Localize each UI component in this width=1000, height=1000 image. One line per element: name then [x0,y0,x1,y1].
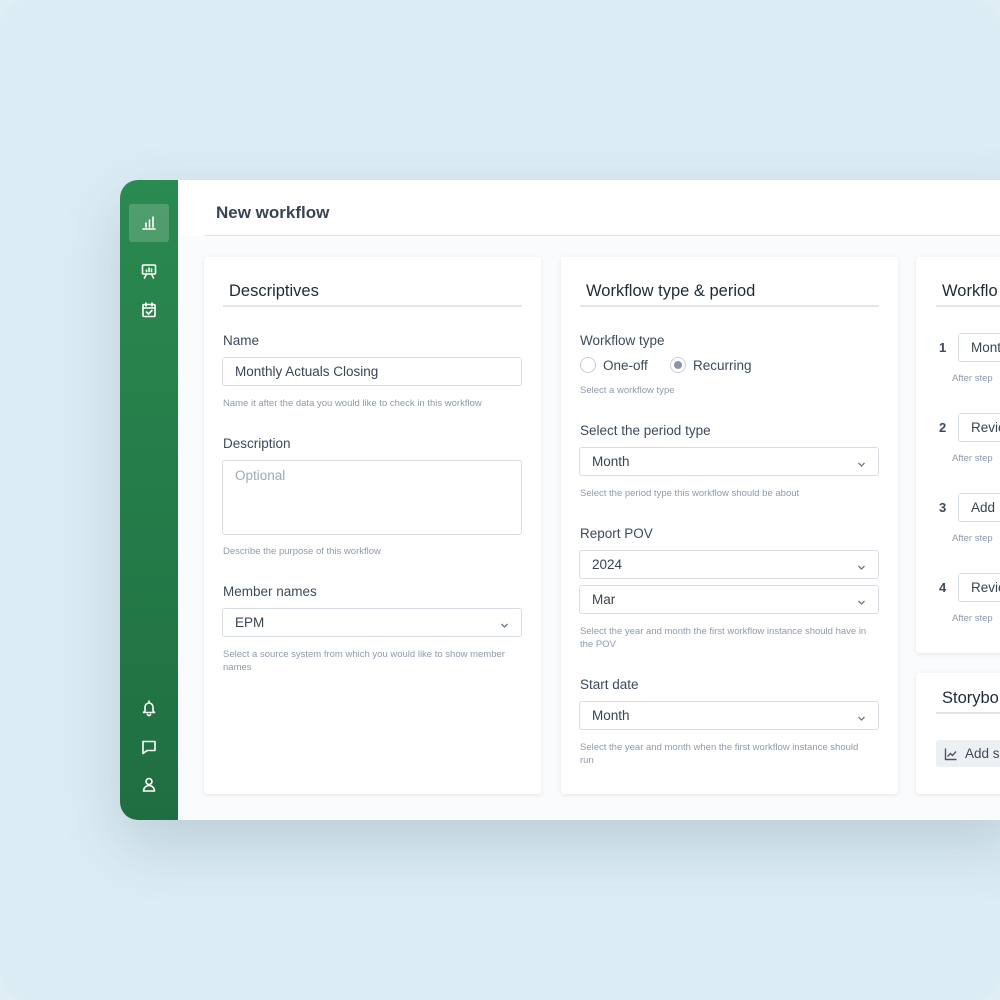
sidebar-item-calendar[interactable] [129,291,169,329]
sidebar-item-messages[interactable] [129,728,169,766]
type-period-heading: Workflow type & period [586,282,756,300]
chevron-down-icon [500,618,509,628]
radio-circle [580,357,596,373]
workflow-type-help: Select a workflow type [580,385,675,396]
start-date-label: Start date [580,677,639,692]
sidebar [120,180,178,820]
radio-recurring[interactable]: Recurring [670,357,752,373]
add-storyboard-button[interactable]: Add s [936,740,1000,767]
member-names-value: EPM [235,615,265,630]
description-label: Description [223,436,291,451]
pov-month-select[interactable]: Mar [579,585,879,614]
sidebar-item-dashboard[interactable] [129,204,169,242]
radio-circle-selected [670,357,686,373]
step-number: 2 [939,420,947,435]
section-divider [223,305,522,307]
member-names-label: Member names [223,584,317,599]
descriptives-heading: Descriptives [229,282,319,300]
page-header: New workflow [178,180,1000,236]
radio-one-off-label: One-off [603,357,648,373]
pov-year-select[interactable]: 2024 [579,550,879,579]
start-date-select[interactable]: Month [579,701,879,730]
radio-recurring-label: Recurring [693,357,752,373]
storyboard-heading: Storybo [942,689,999,707]
chat-icon [142,740,156,755]
step-number: 3 [939,500,947,515]
section-divider [936,305,1000,307]
add-storyboard-label: Add s [965,746,1000,761]
header-divider [204,235,1000,236]
app-window: New workflow Descriptives Name Monthly A… [120,180,1000,820]
backdrop: New workflow Descriptives Name Monthly A… [0,0,1000,1000]
section-divider [936,712,1000,714]
member-names-select[interactable]: EPM [222,608,522,637]
workflow-steps-card: Workflo 1 Mont After step 2 Revie After … [916,257,1000,653]
workflow-type-label: Workflow type [580,333,665,348]
period-type-help: Select the period type this workflow sho… [580,488,800,499]
storyboard-card: Storybo Add s [916,673,1000,794]
period-type-select[interactable]: Month [579,447,879,476]
name-input[interactable]: Monthly Actuals Closing [222,357,522,386]
step-select[interactable]: Mont [958,333,1000,362]
line-chart-icon [944,748,957,760]
step-select[interactable]: Revie [958,413,1000,442]
pov-month-value: Mar [592,592,616,607]
name-help: Name it after the data you would like to… [223,398,482,409]
sidebar-item-notifications[interactable] [129,689,169,727]
descriptives-card: Descriptives Name Monthly Actuals Closin… [204,257,541,794]
period-type-value: Month [592,454,630,469]
name-label: Name [223,333,260,348]
step-help: After step [952,533,993,544]
workflow-steps-heading: Workflo [942,282,998,300]
period-type-label: Select the period type [580,423,711,438]
report-pov-help: Select the year and month the first work… [580,626,867,650]
chevron-down-icon [857,595,866,605]
description-help: Describe the purpose of this workflow [223,546,381,557]
radio-one-off[interactable]: One-off [580,357,648,373]
chevron-down-icon [857,560,866,570]
chevron-down-icon [857,457,866,467]
sidebar-item-profile[interactable] [129,765,169,803]
member-names-help: Select a source system from which you wo… [223,649,505,673]
section-divider [580,305,879,307]
chevron-down-icon [857,711,866,721]
bar-chart-icon [142,216,156,230]
presentation-icon [141,264,157,279]
step-number: 1 [939,340,947,355]
calendar-check-icon [142,302,156,318]
start-date-value: Month [592,708,630,723]
pov-year-value: 2024 [592,557,623,572]
step-help: After step [952,453,993,464]
page-title: New workflow [216,203,330,222]
step-select[interactable]: Revie [958,573,1000,602]
step-help: After step [952,373,993,384]
step-number: 4 [939,580,947,595]
step-select[interactable]: Add [958,493,1000,522]
bell-icon [142,700,156,717]
user-icon [142,777,156,792]
main-content: New workflow Descriptives Name Monthly A… [178,180,1000,820]
type-period-card: Workflow type & period Workflow type One… [561,257,898,794]
description-textarea[interactable]: Optional [222,460,522,535]
sidebar-item-presentations[interactable] [129,252,169,290]
start-date-help: Select the year and month when the first… [580,742,859,766]
step-help: After step [952,613,993,624]
report-pov-label: Report POV [580,526,653,541]
